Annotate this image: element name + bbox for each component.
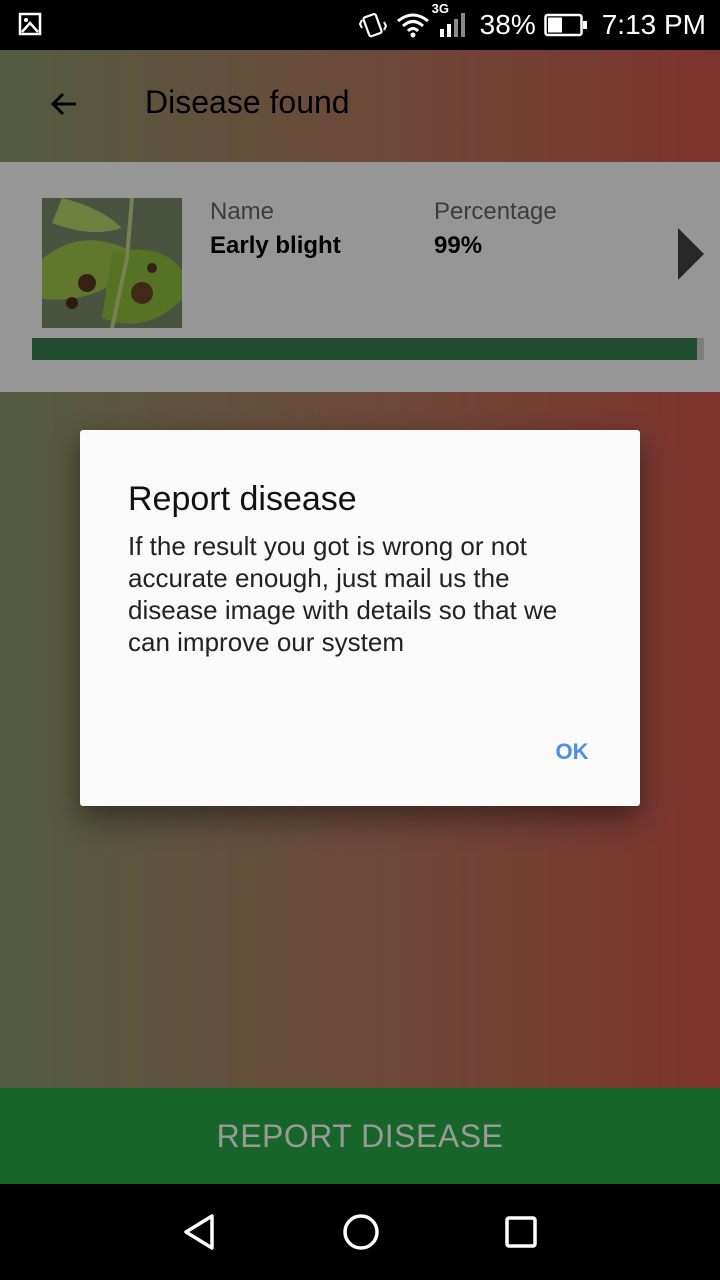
navigation-bar — [0, 1184, 720, 1280]
vibrate-icon — [358, 10, 388, 40]
back-triangle-icon[interactable] — [178, 1210, 222, 1254]
dialog-title: Report disease — [128, 480, 357, 518]
battery-icon — [543, 13, 588, 37]
battery-percent: 38% — [479, 9, 536, 40]
recents-square-icon[interactable] — [499, 1210, 543, 1254]
screen: 3G 38% 7:13 PM Disease found Name Early … — [0, 0, 720, 1280]
report-disease-dialog: Report disease If the result you got is … — [80, 430, 640, 806]
status-bar: 3G 38% 7:13 PM — [0, 0, 720, 50]
network-type: 3G — [431, 1, 450, 16]
home-circle-icon[interactable] — [339, 1210, 383, 1254]
signal-icon: 3G — [432, 1, 468, 39]
ok-button[interactable]: OK — [542, 730, 602, 774]
dialog-message: If the result you got is wrong or not ac… — [128, 531, 558, 657]
wifi-icon — [396, 11, 430, 39]
clock: 7:13 PM — [601, 9, 706, 40]
gallery-icon — [18, 12, 42, 36]
